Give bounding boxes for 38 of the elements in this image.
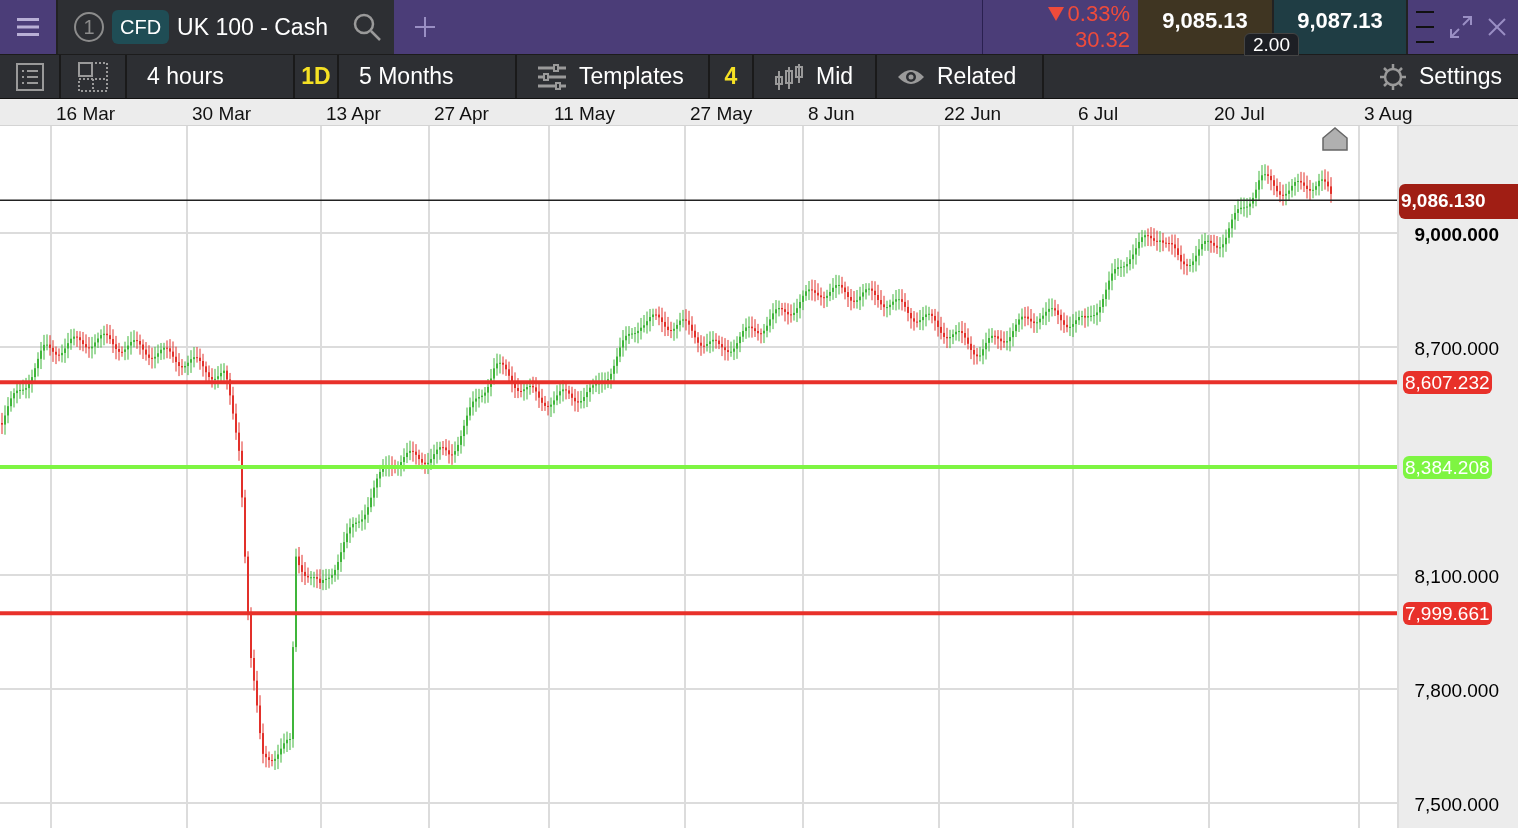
date-label: 22 Jun xyxy=(944,102,1002,126)
date-label: 20 Jul xyxy=(1214,102,1265,126)
instrument-tab[interactable]: 1 CFD UK 100 - Cash xyxy=(58,0,394,54)
instrument-type-badge: CFD xyxy=(112,10,170,44)
settings-button[interactable]: Settings xyxy=(1378,55,1518,98)
plus-icon[interactable] xyxy=(414,16,436,38)
date-label: 16 Mar xyxy=(56,102,116,126)
date-label: 6 Jul xyxy=(1078,102,1119,126)
date-label: 13 Apr xyxy=(326,102,381,126)
price-axis-label: 7,800.000 xyxy=(1414,679,1499,703)
price-axis-label: 9,000.000 xyxy=(1414,223,1499,247)
instrument-name: UK 100 - Cash xyxy=(177,12,328,42)
gear-icon xyxy=(1378,62,1407,91)
change-points: 30.32 xyxy=(1074,27,1130,53)
date-label: 27 May xyxy=(690,102,753,126)
date-label: 27 Apr xyxy=(434,102,489,126)
price-axis-label: 8,700.000 xyxy=(1414,337,1499,361)
price-level-line[interactable] xyxy=(0,199,1397,201)
date-label: 3 Aug xyxy=(1364,102,1413,126)
change-percent: 0.33% xyxy=(1067,1,1130,27)
price-level-label: 7,999.661 xyxy=(1403,602,1492,626)
sliders-icon xyxy=(537,63,567,90)
spread-value: 2.00 xyxy=(1244,33,1299,56)
price-level-line[interactable] xyxy=(0,611,1397,616)
search-icon[interactable] xyxy=(352,12,382,42)
date-label: 11 May xyxy=(554,102,615,126)
date-label: 30 Mar xyxy=(192,102,252,126)
price-axis-label: 8,100.000 xyxy=(1414,565,1499,589)
close-icon[interactable] xyxy=(1488,18,1506,36)
candlestick-icon xyxy=(774,62,804,91)
price-level-label: 8,607.232 xyxy=(1403,371,1492,395)
price-level-line[interactable] xyxy=(0,380,1397,385)
date-label: 8 Jun xyxy=(808,102,855,126)
price-axis-label: 7,500.000 xyxy=(1414,793,1499,817)
expand-icon[interactable] xyxy=(1450,16,1472,38)
price-level-label: 9,086.130 xyxy=(1399,184,1518,219)
tab-number: 1 xyxy=(74,12,104,42)
price-level-label: 8,384.208 xyxy=(1403,456,1492,479)
